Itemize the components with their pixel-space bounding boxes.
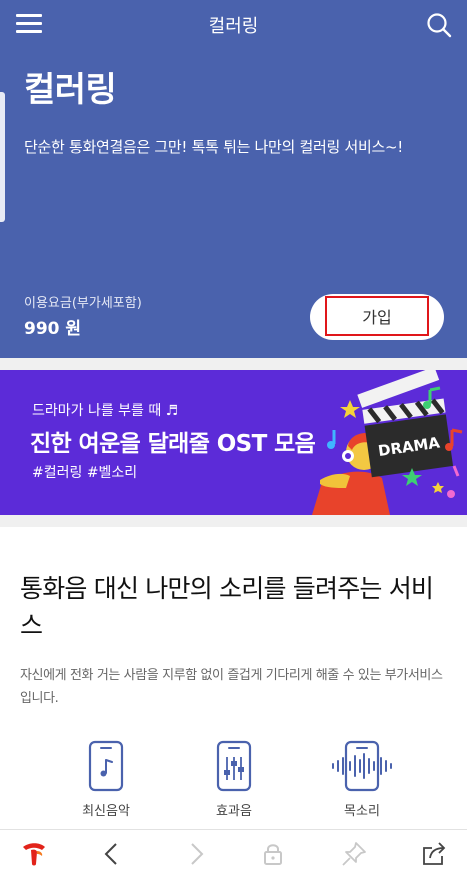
side-drawer-handle[interactable] xyxy=(0,92,5,222)
fee-label: 이용요금(부가세포함) xyxy=(24,296,142,311)
feature-label: 최신음악 xyxy=(82,804,130,819)
share-icon[interactable] xyxy=(420,840,448,868)
feature-voice[interactable]: 목소리 xyxy=(307,740,417,819)
drama-clapperboard-illustration: DRAMA xyxy=(312,370,463,515)
feature-latest-music[interactable]: 최신음악 xyxy=(51,740,161,819)
search-icon[interactable] xyxy=(426,12,452,38)
phone-equalizer-icon xyxy=(216,740,252,792)
banner-subtitle: 드라마가 나를 부를 때 ♬ xyxy=(32,403,179,419)
section-divider xyxy=(0,515,467,527)
top-bar: 컬러링 xyxy=(0,0,467,48)
intro-title: 통화음 대신 나만의 소리를 들려주는 서비스 xyxy=(20,574,434,640)
join-button[interactable]: 가입 xyxy=(310,294,444,340)
banner-title: 진한 여운을 달래줄 OST 모음 xyxy=(30,431,316,457)
lock-icon[interactable] xyxy=(259,840,287,868)
t-logo-icon[interactable] xyxy=(20,840,48,868)
feature-label: 목소리 xyxy=(344,804,380,819)
phone-soundwave-icon xyxy=(332,740,392,792)
pin-icon[interactable] xyxy=(340,840,368,868)
service-title: 컬러링 xyxy=(24,70,117,110)
ost-promo-banner[interactable]: 드라마가 나를 부를 때 ♬ 진한 여운을 달래줄 OST 모음 #컬러링 #벨… xyxy=(0,370,467,515)
join-button-label: 가입 xyxy=(325,296,429,336)
browser-toolbar xyxy=(0,829,467,878)
forward-icon[interactable] xyxy=(182,840,210,868)
fee-value: 990 원 xyxy=(24,319,82,339)
intro-description: 자신에게 전화 거는 사람을 지루함 없이 즐겁게 기다리게 해줄 수 있는 부… xyxy=(20,668,443,706)
page-title: 컬러링 xyxy=(208,16,259,37)
service-description: 단순한 통화연결음은 그만! 톡톡 튀는 나만의 컬러링 서비스~! xyxy=(24,138,403,156)
back-icon[interactable] xyxy=(98,840,126,868)
section-divider xyxy=(0,358,467,370)
feature-sound-effects[interactable]: 효과음 xyxy=(179,740,289,819)
hero-section: 컬러링 컬러링 단순한 통화연결음은 그만! 톡톡 튀는 나만의 컬러링 서비스… xyxy=(0,0,467,358)
phone-music-note-icon xyxy=(88,740,124,792)
banner-tags: #컬러링 #벨소리 xyxy=(32,465,138,481)
feature-label: 효과음 xyxy=(216,804,252,819)
